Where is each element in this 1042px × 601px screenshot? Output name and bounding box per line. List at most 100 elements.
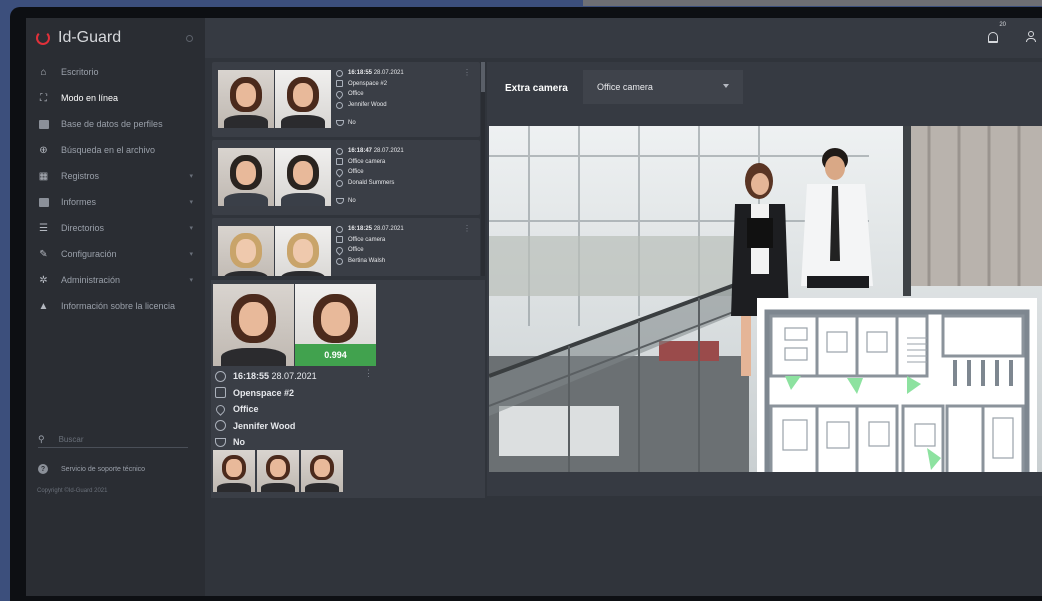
sidebar-item-informes[interactable]: Informes ▾ xyxy=(26,189,205,215)
detail-location: Office xyxy=(233,404,259,414)
sidebar-item-configuracion[interactable]: ✎ Configuración ▾ xyxy=(26,241,205,267)
event-card[interactable]: 16:18:25 28.07.2021 Office camera Office… xyxy=(212,218,480,276)
profile-photo xyxy=(275,148,331,206)
sidebar-item-label: Registros xyxy=(61,171,100,181)
profile-card-icon xyxy=(38,119,49,129)
event-person: Bertina Walsh xyxy=(348,257,386,264)
event-camera: Openspace #2 xyxy=(348,80,388,87)
help-icon: ? xyxy=(38,464,48,474)
mask-icon xyxy=(336,198,344,204)
thumbnail[interactable] xyxy=(301,450,343,492)
support-link[interactable]: ? Servicio de soporte técnico xyxy=(38,464,145,474)
person-icon xyxy=(336,179,343,187)
event-card[interactable]: 16:18:55 28.07.2021 Openspace #2 Office … xyxy=(212,62,480,137)
camera-panel: Extra camera Office camera xyxy=(487,62,1042,496)
event-feed-scrollbar[interactable] xyxy=(481,62,485,276)
search-input[interactable] xyxy=(58,435,169,444)
mask-icon xyxy=(215,437,226,447)
event-date: 28.07.2021 xyxy=(373,148,404,154)
event-date: 28.07.2021 xyxy=(373,226,404,232)
floor-plan-drawing xyxy=(764,309,1030,472)
more-menu-icon[interactable]: ⋮ xyxy=(463,224,471,233)
mask-value: No xyxy=(348,120,356,126)
sidebar-item-label: Modo en línea xyxy=(61,93,119,103)
sidebar-item-busqueda[interactable]: ⊕ Búsqueda en el archivo xyxy=(26,137,205,163)
sidebar-search: ⚲ xyxy=(38,432,188,448)
clock-icon xyxy=(336,69,343,77)
event-meta: 16:18:25 28.07.2021 Office camera Office… xyxy=(334,224,404,266)
thumbnail[interactable] xyxy=(213,450,255,492)
capture-photo xyxy=(218,70,274,128)
detail-thumbnails xyxy=(213,450,345,492)
sidebar-collapse-icon[interactable] xyxy=(186,34,193,42)
bell-icon[interactable] xyxy=(988,32,998,43)
user-icon[interactable] xyxy=(1026,31,1036,43)
sidebar-item-licencia[interactable]: ▲ Información sobre la licencia xyxy=(26,293,205,319)
camera-select-value: Office camera xyxy=(597,82,653,92)
topbar: 20 xyxy=(205,18,1042,58)
sidebar-item-escritorio[interactable]: ⌂ Escritorio xyxy=(26,59,205,85)
event-meta: 16:18:47 28.07.2021 Office camera Office… xyxy=(334,146,404,188)
floor-plan[interactable] xyxy=(757,298,1037,472)
event-date: 28.07.2021 xyxy=(373,70,404,76)
camera-video[interactable] xyxy=(489,126,1042,472)
live-view-icon: ⛶ xyxy=(40,92,47,104)
clock-icon xyxy=(215,370,226,382)
camera-icon xyxy=(336,80,343,88)
detail-meta: 16:18:55 28.07.2021 Openspace #2 Office … xyxy=(214,368,317,451)
app-screen: Id-Guard ⌂ Escritorio ⛶ Modo en línea Base… xyxy=(26,18,1042,596)
location-icon xyxy=(334,245,345,256)
thumbnail[interactable] xyxy=(257,450,299,492)
profile-photo xyxy=(275,70,331,128)
brand: Id-Guard xyxy=(26,18,205,58)
event-card[interactable]: 16:18:47 28.07.2021 Office camera Office… xyxy=(212,140,480,215)
list-icon: ☰ xyxy=(39,222,48,234)
event-time: 16:18:47 xyxy=(348,148,373,154)
sidebar-item-modo-en-linea[interactable]: ⛶ Modo en línea xyxy=(26,85,205,111)
chevron-down-icon: ▾ xyxy=(189,173,193,180)
sidebar-item-registros[interactable]: ▦ Registros ▾ xyxy=(26,163,205,189)
event-person: Donald Summers xyxy=(348,179,395,186)
sidebar-item-directorios[interactable]: ☰ Directorios ▾ xyxy=(26,215,205,241)
sidebar-item-label: Administración xyxy=(61,275,121,285)
sidebar-item-base-de-datos[interactable]: Base de datos de perfiles xyxy=(26,111,205,137)
scrollbar-thumb[interactable] xyxy=(481,62,485,92)
event-person: Jennifer Wood xyxy=(348,101,387,108)
sidebar-item-label: Escritorio xyxy=(61,67,99,77)
camera-select[interactable]: Office camera xyxy=(583,70,743,104)
app-name: Id-Guard xyxy=(58,29,122,46)
event-detail: 0.994 ⋮ 16:18:55 28.07.2021 Openspace #2… xyxy=(211,280,485,498)
capture-photo-large xyxy=(213,284,294,366)
more-menu-icon[interactable]: ⋮ xyxy=(364,368,373,379)
profile-photo xyxy=(275,226,331,276)
location-icon xyxy=(334,167,345,178)
match-score: 0.994 xyxy=(295,344,376,366)
clock-icon xyxy=(336,225,343,233)
copyright: Copyright ©Id-Guard 2021 xyxy=(37,488,108,494)
license-icon: ▲ xyxy=(38,300,49,312)
monitor-bezel xyxy=(583,0,1042,6)
sidebar-item-label: Búsqueda en el archivo xyxy=(61,145,156,155)
mask-icon xyxy=(336,120,344,126)
detail-date: 28.07.2021 xyxy=(271,371,317,381)
report-icon xyxy=(38,197,49,207)
location-icon xyxy=(334,89,345,100)
mask-status: No xyxy=(336,198,356,204)
person-icon xyxy=(336,257,343,265)
home-icon: ⌂ xyxy=(40,66,47,78)
clock-icon xyxy=(336,147,343,155)
sidebar-item-administracion[interactable]: ✲ Administración ▾ xyxy=(26,267,205,293)
sidebar-item-label: Base de datos de perfiles xyxy=(61,119,163,129)
search-archive-icon: ⊕ xyxy=(39,144,48,156)
person-icon xyxy=(336,101,343,109)
detail-time: 16:18:55 xyxy=(233,371,270,381)
event-location: Office xyxy=(348,91,364,98)
mask-status: No xyxy=(336,120,356,126)
event-feed: 16:18:55 28.07.2021 Openspace #2 Office … xyxy=(211,62,481,276)
chevron-down-icon: ▾ xyxy=(189,225,193,232)
camera-icon xyxy=(336,158,343,166)
more-menu-icon[interactable]: ⋮ xyxy=(463,68,471,77)
event-meta: 16:18:55 28.07.2021 Openspace #2 Office … xyxy=(334,68,404,110)
chevron-down-icon: ▾ xyxy=(189,251,193,258)
sidebar-item-label: Información sobre la licencia xyxy=(61,301,176,311)
